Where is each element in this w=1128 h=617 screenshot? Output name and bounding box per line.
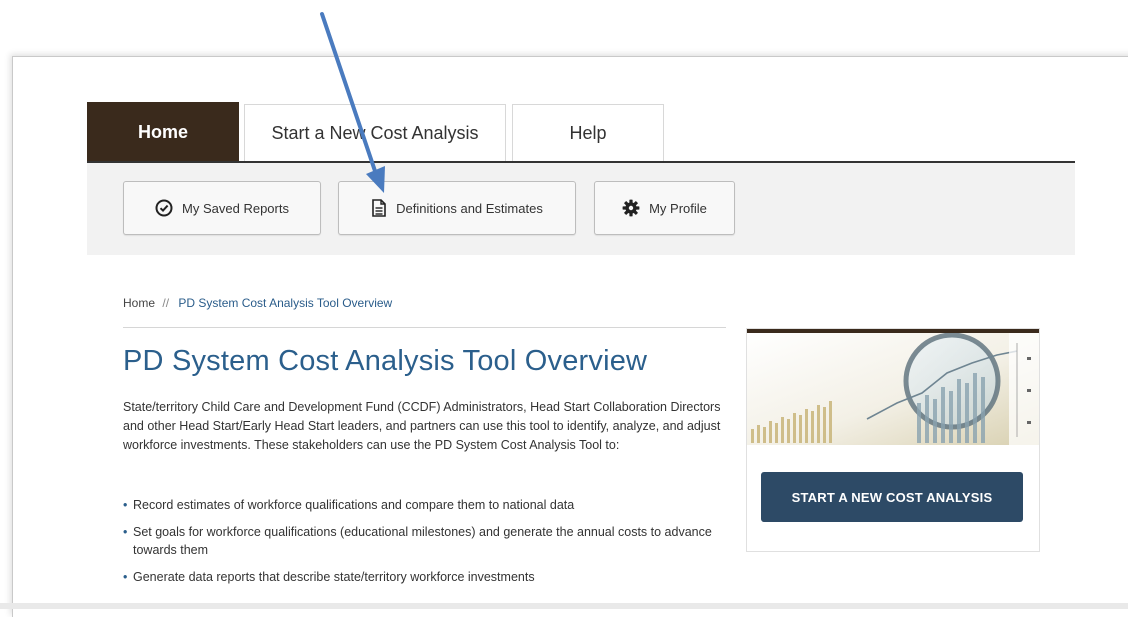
gear-icon [622, 199, 640, 217]
side-panel: START A NEW COST ANALYSIS [746, 328, 1040, 552]
tab-home[interactable]: Home [87, 102, 239, 162]
definitions-and-estimates-label: Definitions and Estimates [396, 200, 543, 216]
list-item: Set goals for workforce qualifications (… [123, 523, 723, 559]
my-profile-button[interactable]: My Profile [594, 181, 735, 235]
document-icon [371, 199, 387, 217]
window-bottom-edge [0, 603, 1128, 609]
my-profile-label: My Profile [649, 200, 707, 216]
tab-help[interactable]: Help [512, 104, 664, 162]
breadcrumb-current: PD System Cost Analysis Tool Overview [178, 296, 393, 310]
sub-toolbar: My Saved Reports Definitions and Estimat… [87, 163, 1075, 255]
list-item: Generate data reports that describe stat… [123, 568, 723, 586]
tab-start-new-cost-analysis[interactable]: Start a New Cost Analysis [244, 104, 506, 162]
breadcrumb-home-link[interactable]: Home [123, 296, 155, 310]
tab-help-label: Help [569, 123, 607, 143]
tab-home-label: Home [137, 121, 188, 142]
page-title: PD System Cost Analysis Tool Overview [123, 345, 648, 377]
check-circle-icon [155, 199, 173, 217]
intro-paragraph: State/territory Child Care and Developme… [123, 400, 721, 452]
my-saved-reports-label: My Saved Reports [182, 200, 289, 216]
start-new-cost-analysis-button[interactable]: START A NEW COST ANALYSIS [761, 472, 1023, 522]
my-saved-reports-button[interactable]: My Saved Reports [123, 181, 321, 235]
chart-magnifier-image [747, 333, 1039, 445]
breadcrumb-divider [123, 327, 726, 328]
main-tabs: Home Start a New Cost Analysis Help [87, 102, 1075, 162]
tab-start-label: Start a New Cost Analysis [271, 123, 479, 143]
definitions-and-estimates-button[interactable]: Definitions and Estimates [338, 181, 576, 235]
list-item: Record estimates of workforce qualificat… [123, 496, 723, 514]
breadcrumb: Home // PD System Cost Analysis Tool Ove… [123, 296, 392, 310]
breadcrumb-separator: // [162, 296, 170, 310]
feature-list: Record estimates of workforce qualificat… [123, 496, 723, 595]
